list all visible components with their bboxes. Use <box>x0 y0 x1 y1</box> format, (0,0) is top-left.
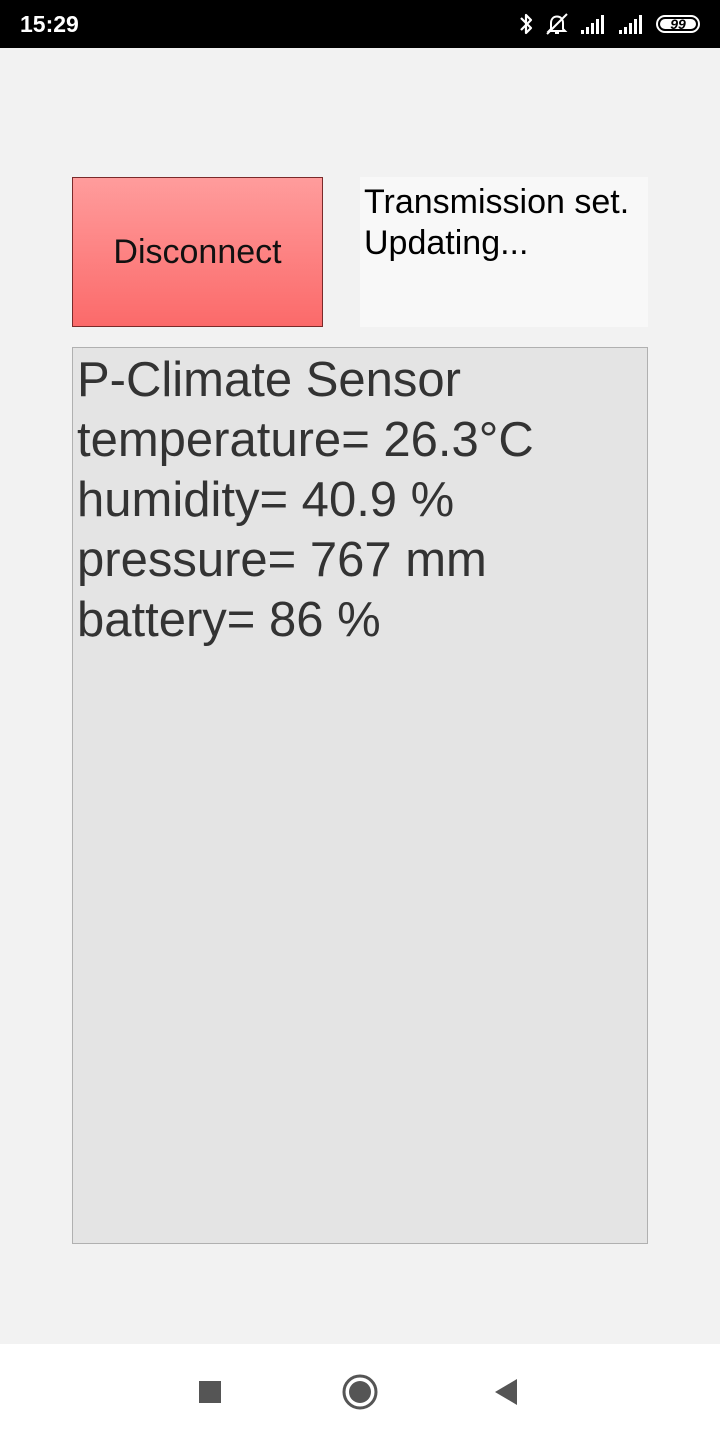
battery-icon: 99 <box>656 15 700 33</box>
bell-off-icon <box>544 11 570 37</box>
app-screen: Disconnect Transmission set. Updating...… <box>0 48 720 1344</box>
signal-icon <box>580 13 608 35</box>
back-icon[interactable] <box>482 1368 530 1416</box>
battery-reading: battery= 86 % <box>77 593 381 647</box>
signal-icon <box>618 13 646 35</box>
transmission-status: Transmission set. Updating... <box>360 177 648 327</box>
pressure-reading: pressure= 767 mm <box>77 533 487 587</box>
status-time: 15:29 <box>20 11 79 37</box>
humidity-reading: humidity= 40.9 % <box>77 473 455 527</box>
temperature-reading: temperature= 26.3°C <box>77 413 534 467</box>
disconnect-button[interactable]: Disconnect <box>72 177 323 327</box>
bluetooth-icon <box>518 11 534 37</box>
home-icon[interactable] <box>336 1368 384 1416</box>
sensor-readings-panel: P-Climate Sensor temperature= 26.3°C hum… <box>72 347 648 1244</box>
navigation-bar <box>0 1344 720 1440</box>
status-bar: 15:29 99 <box>0 0 720 48</box>
battery-level: 99 <box>670 16 686 32</box>
status-icons: 99 <box>518 10 700 38</box>
recents-icon[interactable] <box>186 1368 234 1416</box>
sensor-title: P-Climate Sensor <box>77 353 461 407</box>
